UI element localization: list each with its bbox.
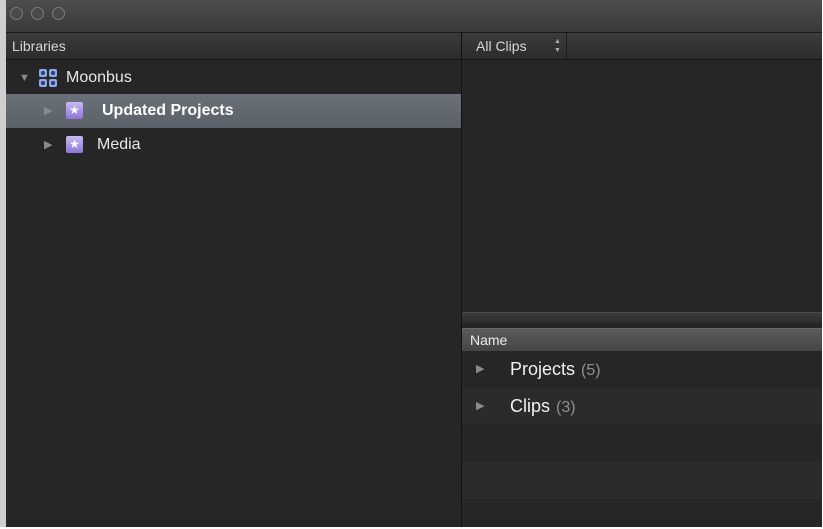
event-name: Updated Projects (102, 102, 234, 119)
disclosure-collapsed-icon[interactable]: ▶ (44, 128, 52, 162)
name-column-header[interactable]: Name (462, 328, 822, 352)
list-item-label: Clips (3) (510, 396, 576, 416)
filmstrip-area[interactable] (462, 60, 822, 312)
library-name: Moonbus (66, 69, 132, 86)
event-star-icon: ★ (66, 136, 83, 153)
event-star-icon: ★ (66, 102, 83, 119)
title-bar (6, 0, 822, 33)
event-item-updated-projects[interactable]: ▶ ★ Updated Projects (6, 94, 461, 128)
browser-pane: All Clips ▲ ▼ Name ▶ Projects (5) ▶ Clips(… (462, 33, 822, 527)
pane-splitter[interactable] (462, 312, 822, 323)
clip-filter-label: All Clips (476, 38, 527, 54)
app-window: Libraries ▼ Moonbus ▶ ★ Updated Projects… (0, 0, 822, 527)
browser-header: All Clips ▲ ▼ (462, 33, 822, 60)
library-icon (39, 69, 57, 87)
browser-list: ▶ Projects (5) ▶ Clips (3) (462, 351, 822, 527)
library-item-moonbus[interactable]: ▼ Moonbus (6, 61, 461, 95)
zoom-button[interactable] (52, 7, 65, 20)
empty-row (462, 499, 822, 527)
list-item-label: Projects (5) (510, 359, 601, 379)
list-item-clips[interactable]: ▶ Clips (3) (462, 388, 822, 425)
list-item-projects[interactable]: ▶ Projects (5) (462, 351, 822, 388)
minimize-button[interactable] (31, 7, 44, 20)
up-down-arrows-icon: ▲ ▼ (554, 38, 561, 54)
empty-row (462, 462, 822, 499)
empty-row (462, 425, 822, 462)
item-count: (5) (581, 362, 601, 379)
disclosure-collapsed-icon[interactable]: ▶ (476, 388, 484, 425)
disclosure-collapsed-icon[interactable]: ▶ (476, 351, 484, 388)
disclosure-expanded-icon[interactable]: ▼ (19, 61, 30, 95)
clip-filter-popup[interactable]: All Clips ▲ ▼ (462, 33, 567, 59)
event-item-media[interactable]: ▶ ★ Media (6, 128, 461, 162)
libraries-header: Libraries (6, 33, 461, 60)
disclosure-collapsed-icon[interactable]: ▶ (44, 94, 52, 128)
close-button[interactable] (10, 7, 23, 20)
event-name: Media (97, 136, 141, 153)
libraries-sidebar: Libraries ▼ Moonbus ▶ ★ Updated Projects… (6, 33, 462, 527)
item-count: (3) (556, 399, 576, 416)
